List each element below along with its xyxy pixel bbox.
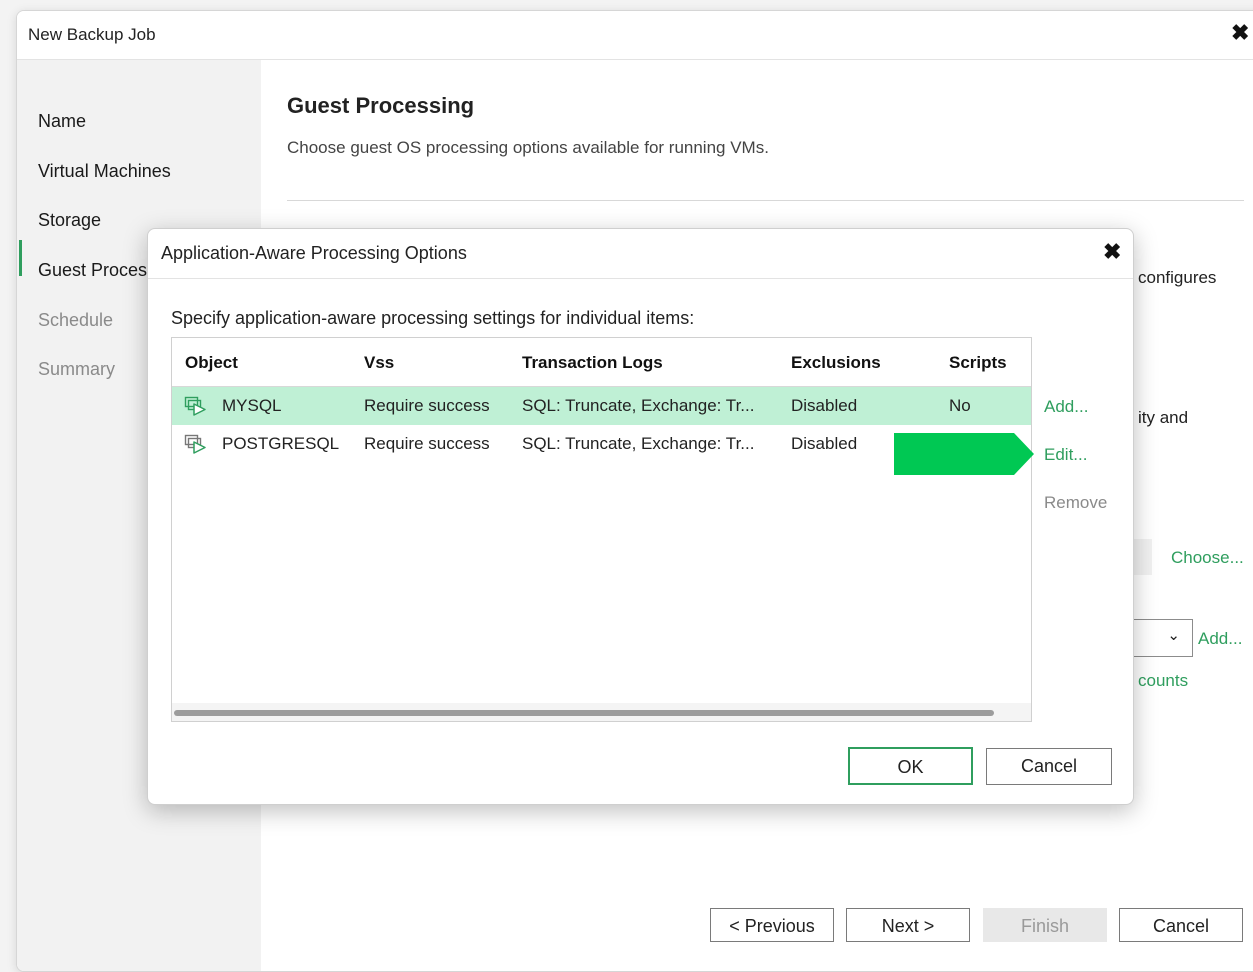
dialog-instruction: Specify application-aware processing set… [171,308,695,328]
previous-button[interactable]: < Previous [710,908,834,942]
add-credentials-link[interactable]: Add... [1198,629,1242,649]
cell-transaction-logs: SQL: Truncate, Exchange: Tr... [522,396,755,415]
step-schedule: Schedule [38,310,114,330]
horizontal-scrollbar[interactable] [172,703,1031,721]
cell-exclusions: Disabled [791,396,858,415]
add-item-link[interactable]: Add... [1044,397,1088,417]
table-header: Object Vss Transaction Logs Exclusions S… [172,338,1031,387]
step-guest-processing[interactable]: Guest Proces [38,260,147,281]
cell-transaction-logs: SQL: Truncate, Exchange: Tr... [522,434,755,453]
cancel-button[interactable]: Cancel [1119,908,1243,942]
choose-link[interactable]: Choose... [1171,548,1244,568]
ok-button[interactable]: OK [848,747,973,785]
vm-icon [184,396,206,416]
active-step-marker [19,240,22,276]
column-header-scripts[interactable]: Scripts [949,353,1007,373]
application-aware-processing-dialog: Application-Aware Processing Options ✖ S… [147,228,1134,805]
step-storage[interactable]: Storage [38,210,101,231]
dialog-titlebar: Application-Aware Processing Options ✖ [148,229,1133,279]
step-virtual-machines[interactable]: Virtual Machines [38,161,171,182]
cell-exclusions: Disabled [791,434,858,453]
window-titlebar: New Backup Job ✖ [17,11,1253,60]
column-header-transaction-logs[interactable]: Transaction Logs [522,353,663,373]
header-divider [287,200,1244,201]
cell-object: MYSQL [222,396,282,415]
column-header-exclusions[interactable]: Exclusions [791,353,881,373]
background-text-configures: configures [1138,268,1217,287]
page-description: Choose guest OS processing options avail… [287,138,769,157]
step-name[interactable]: Name [38,111,86,132]
vm-icon [184,434,206,454]
cell-vss: Require success [364,434,490,453]
cell-object: POSTGRESQL [222,434,340,453]
table-row[interactable]: MYSQL Require success SQL: Truncate, Exc… [172,387,1031,425]
next-button[interactable]: Next > [846,908,970,942]
background-text-integrity: ity and [1138,408,1189,427]
remove-item-link: Remove [1044,493,1108,512]
edit-item-link[interactable]: Edit... [1044,445,1087,465]
column-header-vss[interactable]: Vss [364,353,394,373]
column-header-object[interactable]: Object [185,353,238,373]
manage-accounts-link[interactable]: counts [1138,671,1188,691]
finish-button: Finish [983,908,1107,942]
cell-vss: Require success [364,396,490,415]
dialog-cancel-button[interactable]: Cancel [986,748,1112,785]
chevron-down-icon: ⌄ [1167,627,1180,644]
dialog-close-icon[interactable]: ✖ [1103,239,1121,265]
dialog-title: Application-Aware Processing Options [161,243,467,263]
items-table: Object Vss Transaction Logs Exclusions S… [171,337,1032,722]
window-title: New Backup Job [28,25,156,44]
cell-scripts: No [949,396,971,415]
scrollbar-thumb[interactable] [174,710,994,716]
step-summary: Summary [38,359,116,379]
page-title: Guest Processing [287,93,475,118]
window-close-icon[interactable]: ✖ [1231,20,1249,46]
highlight-arrow-icon [894,433,1034,475]
